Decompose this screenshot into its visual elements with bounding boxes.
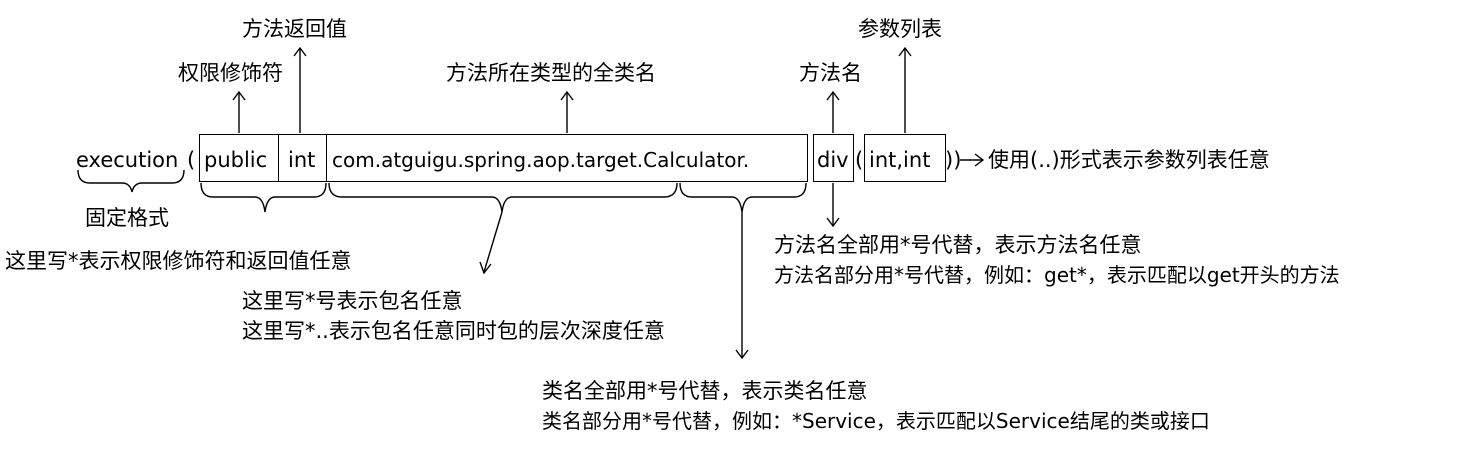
- declaring-type-text: com.atguigu.spring.aop.target.Calculator…: [332, 148, 750, 172]
- label-full-class-name: 方法所在类型的全类名: [446, 61, 656, 85]
- params-text: int,int: [869, 148, 931, 172]
- note-method-line1: 方法名全部用*号代替，表示方法名任意: [774, 233, 1142, 257]
- brace-package: [328, 182, 678, 213]
- brace-modifier-return: [200, 182, 327, 213]
- close-parens: )): [945, 148, 962, 172]
- open-paren: (: [187, 148, 196, 172]
- label-return-value: 方法返回值: [242, 17, 347, 41]
- note-package-line1: 这里写*号表示包名任意: [242, 289, 463, 313]
- arrow-package: [483, 211, 503, 273]
- params-open-paren: (: [855, 148, 864, 172]
- execution-keyword: execution: [76, 148, 179, 172]
- method-name-text: div: [817, 148, 849, 172]
- note-modifier-return-any: 这里写*表示权限修饰符和返回值任意: [5, 249, 352, 273]
- note-class-line1: 类名全部用*号代替，表示类名任意: [542, 379, 868, 403]
- return-type-text: int: [288, 148, 316, 172]
- aspectj-execution-diagram: execution ( public int com.atguigu.sprin…: [0, 0, 1476, 457]
- label-params-any: 使用(..)形式表示参数列表任意: [988, 148, 1270, 172]
- note-package-line2: 这里写*..表示包名任意同时包的层次深度任意: [242, 319, 665, 343]
- note-method-line2: 方法名部分用*号代替，例如：get*，表示匹配以get开头的方法: [774, 263, 1340, 287]
- label-fixed-format: 固定格式: [85, 206, 169, 230]
- label-method-name: 方法名: [799, 61, 862, 85]
- note-class-line2: 类名部分用*号代替，例如：*Service，表示匹配以Service结尾的类或接…: [542, 409, 1210, 433]
- label-param-list: 参数列表: [858, 17, 942, 41]
- brace-execution: [77, 169, 185, 193]
- label-modifier: 权限修饰符: [178, 61, 283, 85]
- brace-class: [679, 182, 807, 213]
- modifier-text: public: [204, 148, 268, 172]
